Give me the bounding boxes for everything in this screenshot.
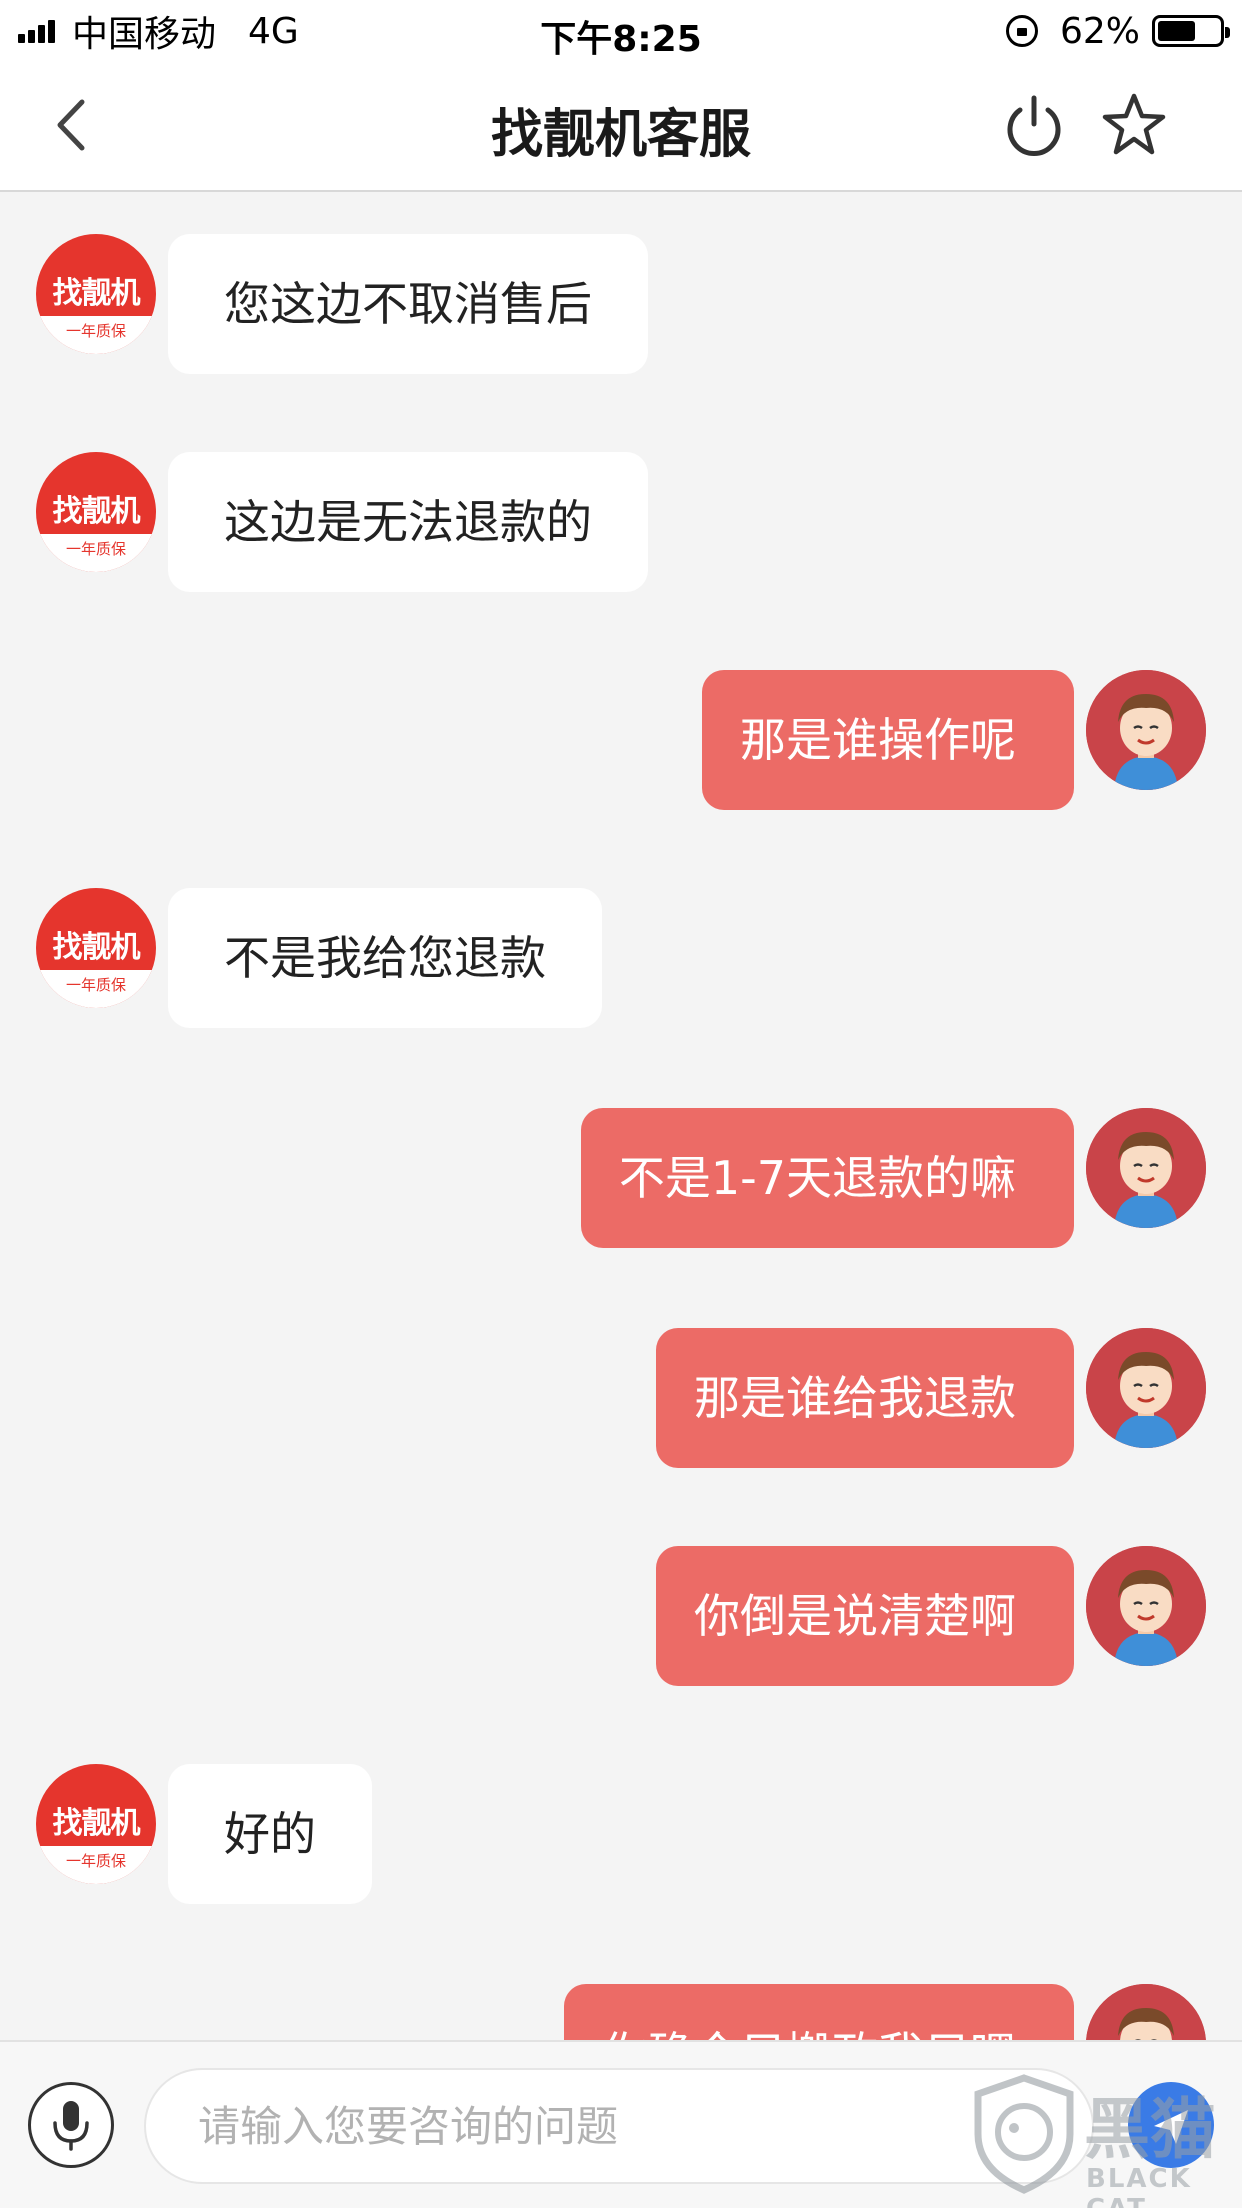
- agent-slogan: 一年质保: [36, 970, 156, 1008]
- message-bubble-agent[interactable]: 不是我给您退款: [168, 888, 602, 1028]
- agent-slogan: 一年质保: [36, 316, 156, 354]
- star-icon: [1102, 93, 1166, 155]
- user-avatar-icon: [1086, 1108, 1206, 1228]
- message-bubble-user[interactable]: 你确今只搬政我只嘿: [564, 1984, 1074, 2040]
- battery-fill: [1158, 21, 1196, 41]
- message-input[interactable]: [144, 2068, 1094, 2184]
- user-avatar-icon: [1086, 670, 1206, 790]
- user-avatar[interactable]: [1086, 670, 1206, 790]
- send-icon: [1154, 2110, 1188, 2144]
- message-bubble-agent[interactable]: 您这边不取消售后: [168, 234, 648, 374]
- microphone-icon: [53, 2101, 89, 2151]
- status-right: 62%: [1005, 10, 1230, 52]
- agent-avatar[interactable]: 找靓机 一年质保: [36, 234, 156, 354]
- agent-brand-logo: 找靓机: [52, 930, 141, 965]
- power-icon: [1007, 95, 1061, 156]
- voice-input-button[interactable]: [28, 2082, 114, 2168]
- end-session-button[interactable]: [1002, 94, 1066, 158]
- battery-icon: [1152, 15, 1230, 47]
- back-button[interactable]: [44, 92, 104, 158]
- favorite-button[interactable]: [1100, 92, 1168, 158]
- message-bubble-user[interactable]: 不是1-7天退款的嘛: [580, 1108, 1074, 1248]
- input-bar: [0, 2040, 1242, 2208]
- agent-brand-logo: 找靓机: [52, 1806, 141, 1841]
- agent-brand-logo: 找靓机: [52, 494, 141, 529]
- agent-slogan: 一年质保: [36, 1846, 156, 1884]
- nav-bar: 找靓机客服: [0, 62, 1242, 192]
- user-avatar-icon: [1086, 1546, 1206, 1666]
- status-bar: 中国移动 4G 下午8:25 62%: [0, 0, 1242, 62]
- send-button[interactable]: [1128, 2082, 1214, 2168]
- message-bubble-user[interactable]: 那是谁给我退款: [656, 1328, 1074, 1468]
- agent-avatar[interactable]: 找靓机 一年质保: [36, 452, 156, 572]
- user-avatar[interactable]: [1086, 1984, 1206, 2040]
- chat-area[interactable]: 找靓机 一年质保 您这边不取消售后 找靓机 一年质保 这边是无法退款的 那是谁操…: [0, 194, 1242, 2040]
- message-bubble-user[interactable]: 你倒是说清楚啊: [656, 1546, 1074, 1686]
- agent-slogan: 一年质保: [36, 534, 156, 572]
- agent-avatar[interactable]: 找靓机 一年质保: [36, 1764, 156, 1884]
- battery-percent: 62%: [1059, 10, 1140, 52]
- chevron-left-icon: [57, 99, 85, 151]
- user-avatar[interactable]: [1086, 1108, 1206, 1228]
- user-avatar-icon: [1086, 1328, 1206, 1448]
- agent-avatar[interactable]: 找靓机 一年质保: [36, 888, 156, 1008]
- user-avatar[interactable]: [1086, 1328, 1206, 1448]
- agent-brand-logo: 找靓机: [52, 276, 141, 311]
- rotation-lock-icon: [1005, 15, 1038, 47]
- message-bubble-agent[interactable]: 这边是无法退款的: [168, 452, 648, 592]
- message-bubble-agent[interactable]: 好的: [168, 1764, 372, 1904]
- user-avatar[interactable]: [1086, 1546, 1206, 1666]
- message-bubble-user[interactable]: 那是谁操作呢: [702, 670, 1074, 810]
- user-avatar-icon: [1086, 1984, 1206, 2040]
